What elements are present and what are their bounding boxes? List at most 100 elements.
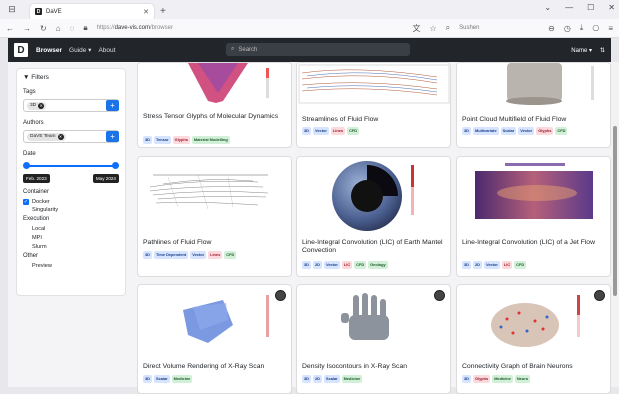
sort-name-dropdown[interactable]: Name ▾: [571, 47, 592, 54]
preview-option[interactable]: Preview: [32, 263, 119, 269]
filters-header[interactable]: ▼ Filters: [23, 74, 119, 81]
page-scrollbar[interactable]: [611, 62, 619, 387]
tag[interactable]: CFD: [555, 127, 568, 135]
tag[interactable]: Vector: [323, 261, 340, 269]
app-logo[interactable]: D: [14, 43, 28, 57]
mpi-option[interactable]: MPI: [32, 235, 119, 241]
tag[interactable]: Neuro: [514, 375, 531, 383]
tag[interactable]: LIC: [501, 261, 513, 269]
star-icon[interactable]: ☆: [429, 24, 436, 33]
tag[interactable]: Multivariate: [472, 127, 499, 135]
tag[interactable]: Medicine: [341, 375, 363, 383]
tag[interactable]: 3D: [302, 127, 311, 135]
nav-guide[interactable]: Guide ▾: [69, 46, 91, 54]
tag[interactable]: CFD: [514, 261, 527, 269]
chevron-down-icon[interactable]: ⌄: [544, 3, 551, 12]
search-input[interactable]: ⌕ Search: [226, 43, 410, 56]
tag[interactable]: 3D: [302, 261, 311, 269]
download-icon[interactable]: ⤓: [580, 23, 584, 33]
url-field[interactable]: https://dave-vis.com/browser: [97, 25, 173, 31]
tag[interactable]: 2D: [312, 261, 322, 269]
card-title[interactable]: Stress Tensor Glyphs of Molecular Dynami…: [143, 113, 286, 121]
add-author-button[interactable]: +: [106, 131, 119, 142]
tag[interactable]: Glyphs: [172, 136, 190, 144]
tag[interactable]: Medicine: [171, 375, 193, 383]
history-icon[interactable]: ◷: [564, 24, 571, 33]
reload-icon[interactable]: ↻: [40, 24, 47, 33]
docker-checkbox[interactable]: ✓ Docker: [23, 199, 119, 205]
tag[interactable]: Lines: [208, 251, 223, 259]
close-tab-icon[interactable]: ✕: [143, 8, 149, 16]
tag[interactable]: Glyphs: [472, 375, 491, 383]
tag[interactable]: Scalar: [500, 127, 517, 135]
tag[interactable]: 2D: [312, 375, 322, 383]
card-lic-earth[interactable]: Line-Integral Convolution (LIC) of Earth…: [296, 156, 451, 277]
minimize-icon[interactable]: —: [565, 3, 573, 12]
tag[interactable]: Vector: [483, 261, 500, 269]
tag[interactable]: 3D: [462, 375, 471, 383]
slider-start-handle[interactable]: [23, 162, 30, 169]
date-range-slider[interactable]: [23, 161, 119, 171]
card-title[interactable]: Density Isocontours in X-Ray Scan: [302, 363, 445, 371]
card-streamlines[interactable]: Streamlines of Fluid Flow 3D Vector Line…: [296, 62, 451, 148]
card-density-isocontours[interactable]: Density Isocontours in X-Ray Scan 3D 2D …: [296, 284, 451, 394]
tag[interactable]: Lines: [330, 127, 346, 135]
tag[interactable]: Time Dependent: [153, 251, 189, 259]
singularity-option[interactable]: Singularity: [32, 207, 119, 213]
tag[interactable]: Glyphs: [536, 127, 554, 135]
tag[interactable]: Medicine: [492, 375, 513, 383]
sort-direction-icon[interactable]: ⇅: [600, 47, 605, 54]
card-pathlines[interactable]: Pathlines of Fluid Flow 3D Time Dependen…: [137, 156, 292, 277]
nav-about[interactable]: About: [98, 47, 115, 54]
card-title[interactable]: Connectivity Graph of Brain Neurons: [462, 363, 605, 371]
remove-author-icon[interactable]: ✕: [57, 133, 64, 140]
back-icon[interactable]: ←: [6, 24, 14, 33]
tag[interactable]: CFD: [224, 251, 237, 259]
card-title[interactable]: Direct Volume Rendering of X-Ray Scan: [143, 363, 286, 371]
nav-browser[interactable]: Browser: [36, 47, 62, 54]
tags-input[interactable]: 3D ✕ +: [23, 99, 119, 112]
card-lic-jet[interactable]: Line-Integral Convolution (LIC) of a Jet…: [456, 156, 611, 277]
remove-tag-icon[interactable]: ✕: [38, 102, 45, 109]
browser-tab[interactable]: D DaVE ✕: [30, 4, 154, 19]
local-option[interactable]: Local: [32, 226, 119, 232]
tag[interactable]: 3D: [143, 375, 152, 383]
tag[interactable]: 3D: [462, 127, 471, 135]
maximize-icon[interactable]: ☐: [587, 3, 594, 12]
tag[interactable]: Geology: [368, 261, 388, 269]
close-window-icon[interactable]: ✕: [608, 3, 615, 12]
tag[interactable]: Material Modelling: [191, 136, 230, 144]
card-brain-neurons[interactable]: Connectivity Graph of Brain Neurons 3D G…: [456, 284, 611, 394]
shield-icon[interactable]: ◌: [70, 24, 75, 33]
translate-icon[interactable]: 文: [412, 23, 420, 34]
authors-input[interactable]: DaVE Team ✕ +: [23, 130, 119, 143]
card-stress-tensor[interactable]: Stress Tensor Glyphs of Molecular Dynami…: [137, 62, 292, 148]
tag[interactable]: 2D: [472, 261, 482, 269]
card-title[interactable]: Line-Integral Convolution (LIC) of Earth…: [302, 239, 445, 255]
scrollbar-thumb[interactable]: [613, 126, 617, 296]
tag[interactable]: 3D: [462, 261, 471, 269]
card-title[interactable]: Point Cloud Multifield of Fluid Flow: [462, 116, 605, 124]
tag[interactable]: Scalar: [323, 375, 340, 383]
card-point-cloud[interactable]: Point Cloud Multifield of Fluid Flow 3D …: [456, 62, 611, 148]
account-icon[interactable]: ⊖: [548, 24, 555, 33]
forward-icon[interactable]: →: [23, 24, 31, 33]
tag[interactable]: CFD: [347, 127, 360, 135]
tag[interactable]: Scalar: [153, 375, 170, 383]
toolbar-search-input[interactable]: Sushen: [459, 25, 539, 31]
tag[interactable]: 3D: [302, 375, 311, 383]
tag[interactable]: LIC: [341, 261, 353, 269]
slurm-option[interactable]: Slurm: [32, 244, 119, 250]
card-title[interactable]: Streamlines of Fluid Flow: [302, 116, 445, 124]
tag[interactable]: Tensor: [153, 136, 171, 144]
extensions-icon[interactable]: ⎔: [592, 24, 599, 33]
tag[interactable]: 3D: [143, 251, 152, 259]
card-title[interactable]: Pathlines of Fluid Flow: [143, 239, 286, 247]
card-volume-rendering[interactable]: Direct Volume Rendering of X-Ray Scan 3D…: [137, 284, 292, 394]
home-icon[interactable]: ⌂: [56, 24, 61, 33]
card-title[interactable]: Line-Integral Convolution (LIC) of a Jet…: [462, 239, 605, 247]
new-tab-icon[interactable]: +: [160, 6, 166, 17]
add-tag-button[interactable]: +: [106, 100, 119, 111]
tab-overview-icon[interactable]: ⊟: [0, 0, 24, 19]
tag[interactable]: Vector: [518, 127, 535, 135]
